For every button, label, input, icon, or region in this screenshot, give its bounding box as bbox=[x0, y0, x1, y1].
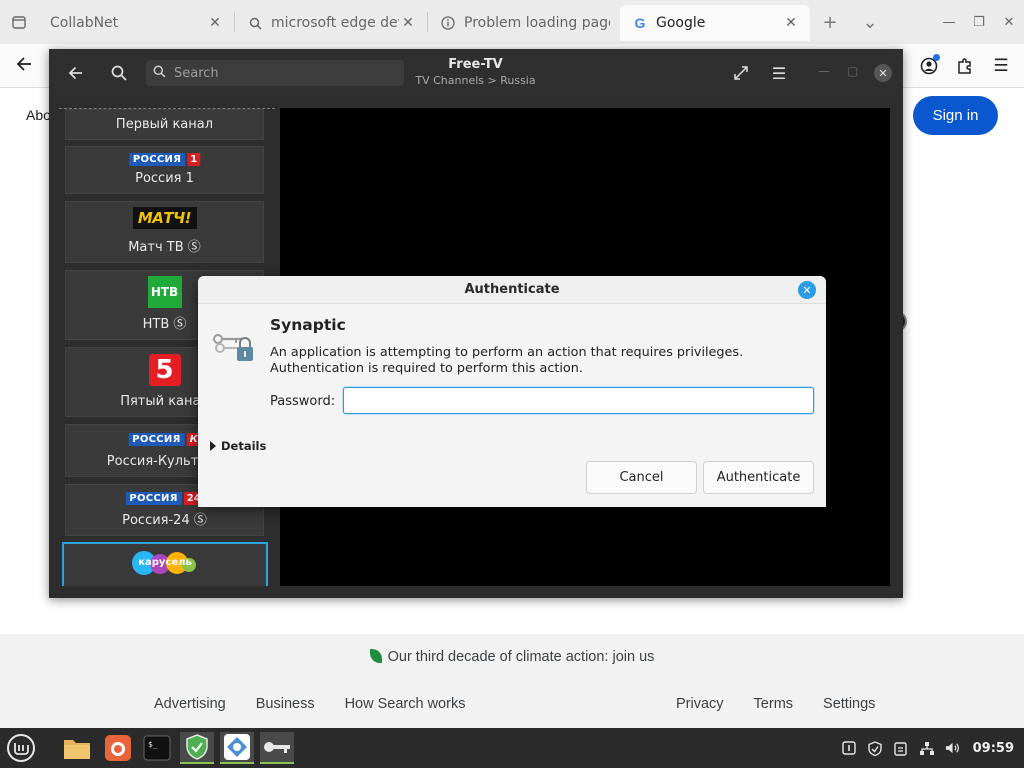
keys-app-icon[interactable] bbox=[260, 732, 294, 764]
clock[interactable]: 09:59 bbox=[973, 741, 1014, 756]
clipboard-icon[interactable] bbox=[893, 740, 909, 756]
channel-item[interactable]: Первый канал bbox=[65, 109, 264, 140]
footer-links-left: Advertising Business How Search works bbox=[154, 696, 495, 712]
back-arrow-icon[interactable] bbox=[10, 52, 38, 80]
sign-in-button[interactable]: Sign in bbox=[913, 96, 998, 135]
volume-icon[interactable] bbox=[945, 740, 961, 756]
notification-icon[interactable] bbox=[841, 740, 857, 756]
info-icon bbox=[440, 15, 456, 31]
tab-collabnet[interactable]: CollabNet ✕ bbox=[38, 5, 234, 41]
footer-link-how-search-works[interactable]: How Search works bbox=[345, 696, 466, 712]
channel-label: Россия 1 bbox=[135, 171, 194, 186]
search-placeholder: Search bbox=[174, 65, 219, 81]
expand-triangle-icon bbox=[210, 441, 216, 451]
notification-dot bbox=[933, 54, 940, 61]
tab-overview-icon[interactable] bbox=[0, 0, 38, 44]
menu-hamburger-icon[interactable]: ☰ bbox=[986, 52, 1016, 80]
search-toggle-icon[interactable] bbox=[106, 60, 132, 86]
firefox-icon[interactable] bbox=[101, 732, 135, 764]
tab-title: CollabNet bbox=[50, 15, 119, 31]
channel-item-selected[interactable]: карусель bbox=[62, 542, 268, 586]
password-field[interactable] bbox=[343, 387, 814, 414]
search-icon bbox=[153, 65, 166, 82]
close-window-icon[interactable]: ✕ bbox=[994, 15, 1024, 30]
channel-item[interactable]: МАТЧ! Матч ТВ Ⓢ bbox=[65, 201, 264, 263]
footer-links-right: Privacy Terms Settings bbox=[676, 696, 905, 712]
tab-microsoft-edge-dev[interactable]: microsoft edge dev - ✕ bbox=[235, 5, 427, 41]
window-title: Free-TV bbox=[448, 57, 503, 72]
footer-link-advertising[interactable]: Advertising bbox=[154, 696, 226, 712]
match-tv-logo: МАТЧ! bbox=[132, 207, 197, 229]
maximize-icon[interactable]: ❐ bbox=[964, 15, 994, 30]
details-label: Details bbox=[221, 439, 267, 453]
terminal-icon[interactable]: $_ bbox=[140, 732, 174, 764]
footer-link-terms[interactable]: Terms bbox=[754, 696, 793, 712]
climate-text: Our third decade of climate action: join… bbox=[387, 649, 655, 665]
svg-text:$_: $_ bbox=[148, 740, 158, 749]
application-name: Synaptic bbox=[270, 316, 346, 334]
back-arrow-icon[interactable] bbox=[63, 60, 89, 86]
channel-search-input[interactable]: Search bbox=[146, 60, 404, 86]
karusel-logo: карусель bbox=[130, 548, 200, 576]
update-manager-shield-icon[interactable] bbox=[180, 732, 214, 764]
footer-link-business[interactable]: Business bbox=[256, 696, 315, 712]
google-logo-icon: G bbox=[634, 15, 646, 31]
mint-menu-icon[interactable] bbox=[4, 732, 38, 764]
window-controls: — ❐ ✕ bbox=[934, 0, 1024, 44]
channel-label: Россия-24 Ⓢ bbox=[122, 513, 207, 528]
leaf-icon bbox=[369, 649, 382, 663]
search-icon bbox=[247, 15, 263, 31]
auth-message: An application is attempting to perform … bbox=[270, 345, 744, 376]
close-icon[interactable]: ✕ bbox=[206, 15, 224, 31]
shield-icon[interactable] bbox=[867, 740, 883, 756]
files-folder-icon[interactable] bbox=[60, 732, 94, 764]
extensions-puzzle-icon[interactable] bbox=[950, 52, 980, 80]
authenticate-dialog: Authenticate ✕ Synaptic An application i… bbox=[198, 276, 826, 507]
menu-hamburger-icon[interactable]: ☰ bbox=[766, 60, 792, 86]
minimize-icon[interactable]: — bbox=[934, 15, 964, 30]
new-tab-icon[interactable]: + bbox=[810, 12, 850, 33]
freetv-header: Search Free-TV TV Channels > Russia ☰ — … bbox=[49, 49, 903, 97]
channel-label: Матч ТВ Ⓢ bbox=[128, 240, 201, 255]
footer-link-privacy[interactable]: Privacy bbox=[676, 696, 724, 712]
close-icon[interactable]: ✕ bbox=[798, 281, 816, 299]
keys-lock-icon bbox=[212, 330, 258, 366]
close-icon[interactable]: ✕ bbox=[874, 64, 892, 82]
details-expander[interactable]: Details bbox=[210, 439, 266, 453]
close-icon[interactable]: ✕ bbox=[782, 15, 800, 31]
tab-list-chevron-icon[interactable]: ⌄ bbox=[850, 12, 890, 33]
account-icon[interactable] bbox=[914, 52, 944, 80]
footer-link-settings[interactable]: Settings bbox=[823, 696, 875, 712]
authenticate-button[interactable]: Authenticate bbox=[703, 461, 814, 494]
maximize-icon[interactable]: ▢ bbox=[847, 64, 858, 78]
channel5-logo: 5 bbox=[148, 354, 181, 386]
fullscreen-icon[interactable] bbox=[728, 60, 754, 86]
tab-problem-loading[interactable]: Problem loading page bbox=[428, 5, 620, 41]
tab-title: microsoft edge dev - bbox=[271, 15, 399, 31]
cancel-button[interactable]: Cancel bbox=[586, 461, 697, 494]
browser-tab-bar: CollabNet ✕ microsoft edge dev - ✕ Probl… bbox=[0, 0, 1024, 44]
freetv-app-icon[interactable] bbox=[220, 732, 254, 764]
ntv-logo: НТВ bbox=[147, 276, 182, 308]
google-footer: Our third decade of climate action: join… bbox=[0, 634, 1024, 728]
russia24-logo: РОССИЯ 24 bbox=[125, 490, 204, 506]
climate-link[interactable]: Our third decade of climate action: join… bbox=[0, 649, 1024, 665]
dialog-title: Authenticate bbox=[198, 276, 826, 304]
tab-title: Google bbox=[656, 15, 706, 31]
russia1-logo: РОССИЯ 1 bbox=[128, 151, 201, 167]
network-icon[interactable] bbox=[919, 740, 935, 756]
taskbar: $_ 09:59 bbox=[0, 728, 1024, 768]
tab-title: Problem loading page bbox=[464, 15, 610, 31]
system-tray: 09:59 bbox=[841, 728, 1014, 768]
russia-kultura-logo: РОССИЯ К bbox=[128, 431, 201, 447]
channel-item[interactable]: РОССИЯ 1 Россия 1 bbox=[65, 146, 264, 194]
password-label: Password: bbox=[270, 394, 336, 409]
nav-toolbar-right: ☰ bbox=[914, 52, 1016, 80]
channel-label: Первый канал bbox=[115, 117, 214, 132]
window-subtitle: TV Channels > Russia bbox=[415, 74, 536, 87]
minimize-icon[interactable]: — bbox=[818, 64, 830, 78]
close-icon[interactable]: ✕ bbox=[399, 15, 417, 31]
tab-google[interactable]: G Google ✕ bbox=[620, 5, 810, 41]
